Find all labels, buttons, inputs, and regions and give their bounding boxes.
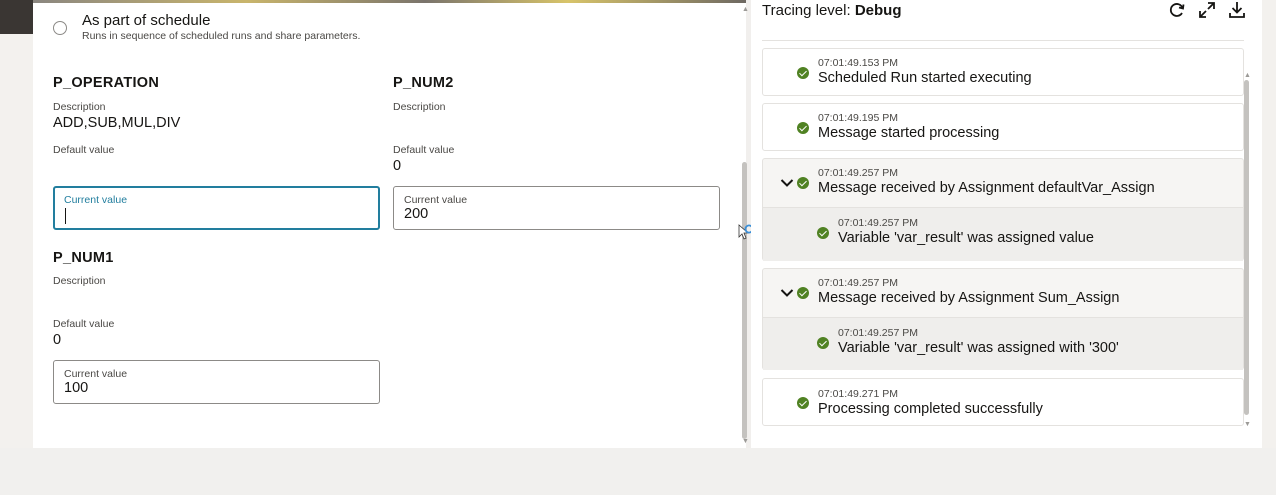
schedule-radio-button[interactable] bbox=[53, 21, 67, 35]
param-description-label: Description bbox=[53, 275, 106, 287]
left-scrollbar-thumb[interactable] bbox=[742, 162, 747, 439]
trace-time: 07:01:49.257 PM bbox=[838, 327, 918, 339]
success-check-icon bbox=[797, 122, 809, 134]
header-divider bbox=[762, 40, 1244, 41]
trace-message: Variable 'var_result' was assigned value bbox=[838, 230, 1094, 246]
trace-time: 07:01:49.195 PM bbox=[818, 112, 898, 124]
background-dark-header bbox=[0, 0, 33, 34]
success-check-icon bbox=[797, 67, 809, 79]
parameters-panel: As part of schedule Runs in sequence of … bbox=[33, 3, 746, 448]
current-value-label: Current value bbox=[64, 368, 128, 380]
param-p-operation: P_OPERATION Description ADD,SUB,MUL,DIV … bbox=[53, 75, 383, 235]
success-check-icon bbox=[797, 177, 809, 189]
param-description-value: ADD,SUB,MUL,DIV bbox=[53, 115, 181, 131]
trace-time: 07:01:49.271 PM bbox=[818, 388, 898, 400]
trace-log: 07:01:49.153 PM Scheduled Run started ex… bbox=[762, 40, 1244, 440]
trace-entry[interactable]: 07:01:49.271 PM Processing completed suc… bbox=[762, 378, 1244, 426]
chevron-down-icon[interactable] bbox=[780, 288, 794, 298]
success-check-icon bbox=[817, 337, 829, 349]
current-value-field[interactable]: Current value bbox=[53, 360, 380, 404]
param-default-label: Default value bbox=[53, 144, 115, 156]
tracing-panel: Tracing level: Debug 07:01:49.153 PM Sch… bbox=[751, 0, 1262, 448]
trace-entry[interactable]: 07:01:49.153 PM Scheduled Run started ex… bbox=[762, 48, 1244, 96]
current-value-input[interactable] bbox=[64, 206, 364, 222]
background-right-strip bbox=[1262, 0, 1276, 448]
trace-entry-group[interactable]: 07:01:49.257 PM Message received by Assi… bbox=[762, 268, 1244, 370]
param-name: P_OPERATION bbox=[53, 75, 160, 91]
param-p-num2: P_NUM2 Description Default value 0 Curre… bbox=[393, 75, 723, 235]
success-check-icon bbox=[817, 227, 829, 239]
scroll-up-arrow-icon[interactable]: ▲ bbox=[742, 6, 749, 13]
trace-child-entry[interactable]: 07:01:49.257 PM Variable 'var_result' wa… bbox=[763, 207, 1243, 261]
scroll-down-arrow-icon[interactable]: ▼ bbox=[1244, 421, 1251, 428]
current-value-field[interactable]: Current value bbox=[53, 186, 380, 230]
param-default-value: 0 bbox=[53, 332, 62, 348]
current-value-label: Current value bbox=[404, 194, 468, 206]
trace-entry[interactable]: 07:01:49.195 PM Message started processi… bbox=[762, 103, 1244, 151]
param-name: P_NUM2 bbox=[393, 75, 454, 91]
param-description-label: Description bbox=[53, 101, 106, 113]
param-p-num1: P_NUM1 Description Default value 0 Curre… bbox=[53, 250, 383, 410]
trace-time: 07:01:49.257 PM bbox=[818, 277, 898, 289]
trace-message: Message received by Assignment defaultVa… bbox=[818, 180, 1155, 196]
current-value-field[interactable]: Current value bbox=[393, 186, 720, 230]
success-check-icon bbox=[797, 287, 809, 299]
param-default-label: Default value bbox=[393, 144, 455, 156]
tracing-level: Tracing level: Debug bbox=[762, 2, 902, 19]
trace-child-entry[interactable]: 07:01:49.257 PM Variable 'var_result' wa… bbox=[763, 317, 1243, 370]
background-footer bbox=[0, 448, 1276, 495]
text-caret bbox=[65, 208, 66, 224]
refresh-icon[interactable] bbox=[1167, 0, 1187, 20]
trace-message: Variable 'var_result' was assigned with … bbox=[838, 340, 1119, 356]
trace-time: 07:01:49.257 PM bbox=[818, 167, 898, 179]
right-scrollbar-thumb[interactable] bbox=[1244, 80, 1249, 415]
scroll-down-arrow-icon[interactable]: ▼ bbox=[742, 438, 749, 445]
param-description-label: Description bbox=[393, 101, 446, 113]
schedule-option-subtitle: Runs in sequence of scheduled runs and s… bbox=[82, 30, 361, 42]
chevron-down-icon[interactable] bbox=[780, 178, 794, 188]
success-check-icon bbox=[797, 397, 809, 409]
param-default-label: Default value bbox=[53, 318, 115, 330]
background-left-strip bbox=[0, 0, 33, 448]
param-name: P_NUM1 bbox=[53, 250, 114, 266]
expand-icon[interactable] bbox=[1197, 0, 1217, 20]
trace-message: Message received by Assignment Sum_Assig… bbox=[818, 290, 1120, 306]
tracing-level-label: Tracing level: bbox=[762, 2, 851, 19]
scroll-up-arrow-icon[interactable]: ▲ bbox=[1244, 72, 1251, 79]
schedule-option-title: As part of schedule bbox=[82, 12, 211, 29]
tracing-level-value: Debug bbox=[854, 2, 902, 19]
trace-entry-group[interactable]: 07:01:49.257 PM Message received by Assi… bbox=[762, 158, 1244, 261]
current-value-input[interactable] bbox=[64, 380, 364, 396]
trace-time: 07:01:49.257 PM bbox=[838, 217, 918, 229]
current-value-label: Current value bbox=[64, 194, 128, 206]
download-icon[interactable] bbox=[1227, 0, 1247, 20]
trace-message: Processing completed successfully bbox=[818, 401, 1043, 417]
trace-time: 07:01:49.153 PM bbox=[818, 57, 898, 69]
trace-message: Message started processing bbox=[818, 125, 1000, 141]
current-value-input[interactable] bbox=[404, 206, 704, 222]
param-default-value: 0 bbox=[393, 158, 402, 174]
trace-message: Scheduled Run started executing bbox=[818, 70, 1032, 86]
tracing-header: Tracing level: Debug bbox=[751, 0, 1262, 40]
